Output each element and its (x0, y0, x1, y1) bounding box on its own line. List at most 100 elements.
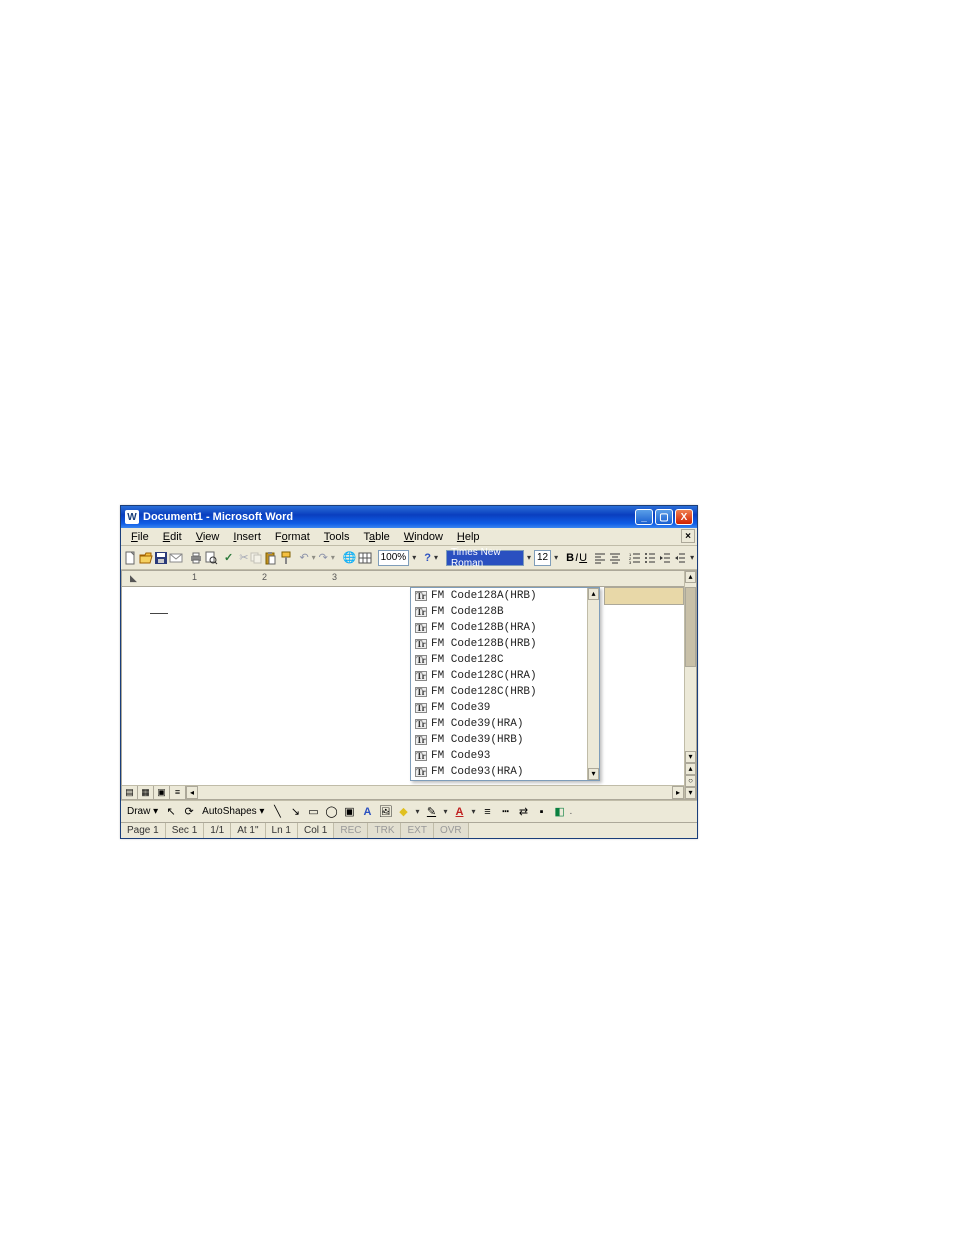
align-center-icon[interactable] (608, 549, 622, 567)
open-icon[interactable] (139, 549, 153, 567)
font-item[interactable]: TrFM Code128B (411, 604, 599, 620)
scroll-up-icon[interactable]: ▴ (588, 588, 599, 600)
font-size-input[interactable]: 12 (534, 550, 551, 566)
maximize-button[interactable]: ▢ (655, 509, 673, 525)
help-icon[interactable]: ? (424, 549, 431, 567)
redo-icon[interactable]: ↷ (319, 549, 328, 567)
3d-icon[interactable]: ◧ (552, 804, 568, 820)
spelling-icon[interactable]: ✓ (224, 549, 233, 567)
arrow-icon[interactable]: ↘ (287, 804, 303, 820)
save-icon[interactable] (154, 549, 168, 567)
underline-icon[interactable]: U (579, 549, 587, 567)
outline-view-icon[interactable]: ≡ (170, 786, 186, 799)
paste-icon[interactable] (264, 549, 278, 567)
menu-format[interactable]: Format (269, 530, 316, 544)
print-preview-icon[interactable] (204, 549, 218, 567)
page-surface[interactable] (130, 595, 430, 795)
rotate-icon[interactable]: ⟳ (181, 804, 197, 820)
font-item[interactable]: TrFM Code39(HRA) (411, 716, 599, 732)
fill-color-icon[interactable]: ◆ (395, 804, 411, 820)
copy-icon[interactable] (249, 549, 263, 567)
cut-icon[interactable]: ✂ (239, 549, 248, 567)
zoom-dropdown-icon[interactable]: ▾ (410, 553, 418, 562)
scroll-thumb[interactable] (685, 587, 696, 667)
select-objects-icon[interactable]: ↖ (163, 804, 179, 820)
next-page-icon[interactable]: ▾ (685, 787, 696, 799)
line-icon[interactable]: ╲ (269, 804, 285, 820)
format-toolbar-options-icon[interactable]: ▾ (688, 553, 696, 562)
bold-icon[interactable]: B (566, 549, 574, 567)
shadow-icon[interactable]: ▪ (534, 804, 550, 820)
menu-view[interactable]: View (190, 530, 226, 544)
fill-color-dropdown-icon[interactable]: ▾ (413, 807, 421, 816)
font-item[interactable]: TrFM Code128B(HRA) (411, 620, 599, 636)
menu-table[interactable]: Table (357, 530, 395, 544)
status-ext[interactable]: EXT (401, 823, 433, 838)
arrow-style-icon[interactable]: ⇄ (516, 804, 532, 820)
scroll-left-icon[interactable]: ◂ (186, 786, 198, 799)
redo-dropdown-icon[interactable]: ▾ (329, 553, 337, 562)
decrease-indent-icon[interactable] (658, 549, 672, 567)
undo-icon[interactable]: ↶ (299, 549, 308, 567)
minimize-button[interactable]: _ (635, 509, 653, 525)
font-item[interactable]: TrFM Code128B(HRB) (411, 636, 599, 652)
font-dropdown-scrollbar[interactable]: ▴ ▾ (587, 588, 599, 780)
zoom-input[interactable]: 100% (378, 550, 410, 566)
horizontal-scrollbar[interactable]: ▤ ▦ ▣ ≡ ◂ ▸ (122, 785, 684, 799)
print-layout-view-icon[interactable]: ▣ (154, 786, 170, 799)
print-icon[interactable] (189, 549, 203, 567)
align-left-icon[interactable] (593, 549, 607, 567)
font-color-dropdown-icon[interactable]: ▾ (470, 807, 478, 816)
rectangle-icon[interactable]: ▭ (305, 804, 321, 820)
font-item[interactable]: TrFM Code128C(HRA) (411, 668, 599, 684)
hyperlink-icon[interactable]: 🌐 (343, 549, 357, 567)
status-rec[interactable]: REC (334, 823, 368, 838)
dash-style-icon[interactable]: ┅ (498, 804, 514, 820)
web-view-icon[interactable]: ▦ (138, 786, 154, 799)
format-painter-icon[interactable] (279, 549, 293, 567)
font-size-dropdown-icon[interactable]: ▾ (552, 553, 560, 562)
line-color-dropdown-icon[interactable]: ▾ (441, 807, 449, 816)
font-item[interactable]: TrFM Code39(HRB) (411, 732, 599, 748)
menu-insert[interactable]: Insert (227, 530, 267, 544)
prev-page-icon[interactable]: ▴ (685, 763, 696, 775)
font-color-icon[interactable]: A (452, 804, 468, 820)
vertical-scrollbar[interactable]: ▴ ▾ ▴ ○ ▾ (684, 571, 696, 799)
font-name-dropdown-icon[interactable]: ▾ (525, 553, 533, 562)
menu-edit[interactable]: Edit (157, 530, 188, 544)
font-item[interactable]: TrFM Code39 (411, 700, 599, 716)
menu-file[interactable]: File (125, 530, 155, 544)
horizontal-ruler[interactable]: ◣ 1 2 3 (122, 571, 684, 587)
textbox-icon[interactable]: ▣ (341, 804, 357, 820)
font-item[interactable]: TrFM Code93(HRA) (411, 764, 599, 780)
tables-borders-icon[interactable] (358, 549, 372, 567)
close-button[interactable]: X (675, 509, 693, 525)
clipart-icon[interactable]: 🖼 (377, 804, 393, 820)
browse-object-icon[interactable]: ○ (685, 775, 696, 787)
menu-help[interactable]: Help (451, 530, 486, 544)
line-style-icon[interactable]: ≡ (480, 804, 496, 820)
autoshapes-menu[interactable]: AutoShapes ▾ (199, 806, 267, 817)
font-item[interactable]: TrFM Code128C(HRB) (411, 684, 599, 700)
scroll-down-icon[interactable]: ▾ (685, 751, 696, 763)
font-dropdown-list[interactable]: TrFM Code128A(HRB) TrFM Code128B TrFM Co… (410, 587, 600, 781)
scroll-down-icon[interactable]: ▾ (588, 768, 599, 780)
oval-icon[interactable]: ◯ (323, 804, 339, 820)
font-name-input[interactable]: Times New Roman (446, 550, 524, 566)
increase-indent-icon[interactable] (673, 549, 687, 567)
line-color-icon[interactable]: ✎ (423, 804, 439, 820)
doc-close-button[interactable]: × (681, 529, 695, 543)
status-ovr[interactable]: OVR (434, 823, 469, 838)
italic-icon[interactable]: I (575, 549, 578, 567)
draw-menu[interactable]: Draw ▾ (124, 806, 161, 817)
email-icon[interactable] (169, 549, 183, 567)
bullets-icon[interactable] (643, 549, 657, 567)
scroll-right-icon[interactable]: ▸ (672, 786, 684, 799)
menu-window[interactable]: Window (398, 530, 449, 544)
font-item[interactable]: TrFM Code93 (411, 748, 599, 764)
scroll-up-icon[interactable]: ▴ (685, 571, 696, 583)
wordart-icon[interactable]: A (359, 804, 375, 820)
new-doc-icon[interactable] (124, 549, 138, 567)
menu-tools[interactable]: Tools (318, 530, 356, 544)
font-item[interactable]: TrFM Code128C (411, 652, 599, 668)
